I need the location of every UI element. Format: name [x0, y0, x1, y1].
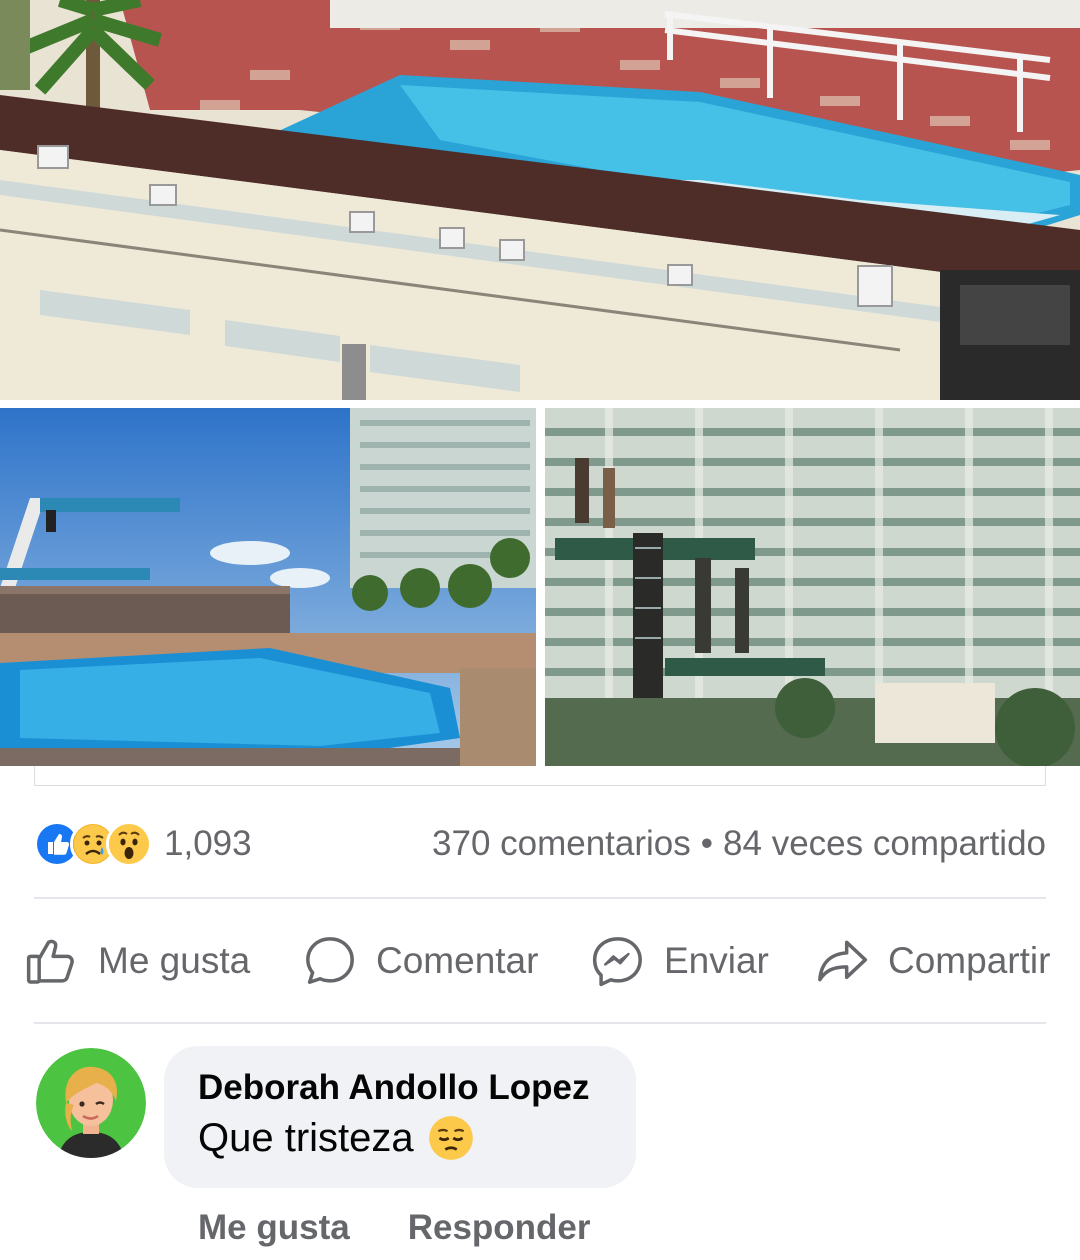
comment-label: Comentar	[376, 940, 539, 981]
comment-text: Que tristeza	[198, 1116, 414, 1160]
shares-count[interactable]: 84 veces compartido	[723, 824, 1046, 863]
avatar[interactable]	[36, 1048, 146, 1158]
comment-button[interactable]: Comentar	[302, 918, 538, 1004]
send-label: Enviar	[664, 940, 769, 981]
thumbs-up-icon	[26, 939, 74, 984]
post-photo-diving-pool[interactable]	[0, 408, 536, 766]
share-arrow-icon	[818, 940, 868, 982]
post-photo-hotel-divers[interactable]	[545, 408, 1080, 766]
comments-count[interactable]: 370 comentarios	[432, 824, 691, 863]
comment-reply-button[interactable]: Responder	[408, 1208, 591, 1248]
comment-text-row: Que tristeza	[198, 1110, 602, 1166]
like-button[interactable]: Me gusta	[24, 918, 250, 1004]
engagement-stats: 370 comentarios • 84 veces compartido	[432, 818, 1046, 870]
reactions-summary[interactable]: 1,093	[34, 818, 252, 870]
share-button[interactable]: Compartir	[814, 918, 1050, 1004]
comment-bubble[interactable]: Deborah Andollo Lopez Que tristeza	[164, 1046, 636, 1188]
link-card-edge	[34, 766, 1046, 786]
divider	[34, 897, 1046, 899]
comment-item: Deborah Andollo Lopez Que tristeza Me gu…	[34, 1046, 1046, 1256]
stats-separator: •	[700, 824, 714, 863]
pensive-face-icon	[428, 1116, 473, 1160]
comment-author[interactable]: Deborah Andollo Lopez	[198, 1066, 602, 1110]
messenger-icon	[592, 937, 642, 987]
send-button[interactable]: Enviar	[590, 918, 769, 1004]
post-photo-rooftop-pool[interactable]	[0, 0, 1080, 400]
wow-reaction-icon	[106, 821, 152, 867]
comment-bubble-icon	[306, 937, 354, 984]
comment-like-button[interactable]: Me gusta	[198, 1208, 350, 1248]
comment-actions: Me gusta Responder	[198, 1204, 591, 1252]
share-label: Compartir	[888, 940, 1051, 981]
divider	[34, 1022, 1046, 1024]
post-stats-bar: 1,093 370 comentarios • 84 veces compartid…	[34, 818, 1046, 870]
like-label: Me gusta	[98, 940, 251, 981]
post-action-bar: Me gusta Comentar Enviar Compartir	[0, 918, 1080, 1004]
reaction-count[interactable]: 1,093	[164, 824, 252, 864]
